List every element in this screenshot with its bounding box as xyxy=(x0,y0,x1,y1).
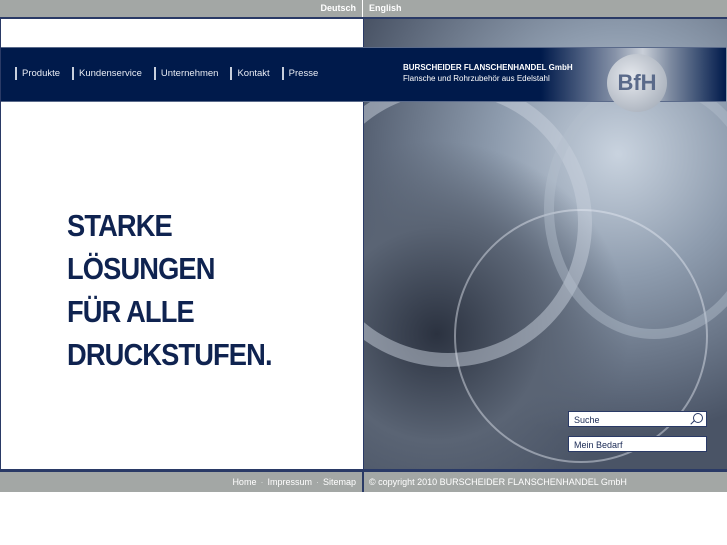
headline-line: LÖSUNGEN xyxy=(67,251,215,286)
main-nav: Produkte Kundenservice Unternehmen Konta… xyxy=(15,67,330,80)
company-info: BURSCHEIDER FLANSCHENHANDEL GmbH Flansch… xyxy=(403,62,573,84)
footer-impressum[interactable]: Impressum xyxy=(267,477,312,487)
main-navigation-band: Produkte Kundenservice Unternehmen Konta… xyxy=(1,47,726,112)
nav-kontakt[interactable]: Kontakt xyxy=(230,67,281,80)
search-input[interactable]: Suche xyxy=(568,411,707,427)
footer-sitemap[interactable]: Sitemap xyxy=(323,477,356,487)
headline-line: FÜR ALLE xyxy=(67,294,195,329)
search-placeholder: Suche xyxy=(574,415,600,425)
company-tagline: Flansche und Rohrzubehör aus Edelstahl xyxy=(403,74,550,83)
company-logo[interactable]: BfH xyxy=(607,54,667,112)
hero-headline: STARKE LÖSUNGEN FÜR ALLE DRUCKSTUFEN. xyxy=(67,204,273,376)
headline-line: STARKE xyxy=(67,208,173,243)
footer: Home · Impressum · Sitemap © copyright 2010 … xyxy=(0,470,727,492)
lang-deutsch[interactable]: Deutsch xyxy=(320,3,356,13)
nav-presse[interactable]: Presse xyxy=(281,67,331,80)
separator: · xyxy=(260,477,264,487)
lang-english[interactable]: English xyxy=(369,3,402,13)
search-icon[interactable] xyxy=(693,413,703,423)
divider xyxy=(362,0,363,17)
mein-bedarf-button[interactable]: Mein Bedarf xyxy=(568,436,707,452)
footer-links: Home · Impressum · Sitemap xyxy=(232,477,356,487)
nav-kundenservice[interactable]: Kundenservice xyxy=(72,67,154,80)
footer-home[interactable]: Home xyxy=(232,477,256,487)
nav-produkte[interactable]: Produkte xyxy=(15,67,72,80)
headline-line: DRUCKSTUFEN. xyxy=(67,337,273,372)
company-name: BURSCHEIDER FLANSCHENHANDEL GmbH xyxy=(403,63,573,72)
copyright: © copyright 2010 BURSCHEIDER FLANSCHENHA… xyxy=(369,477,627,487)
divider xyxy=(362,472,364,492)
nav-unternehmen[interactable]: Unternehmen xyxy=(153,67,231,80)
separator: · xyxy=(315,477,319,487)
